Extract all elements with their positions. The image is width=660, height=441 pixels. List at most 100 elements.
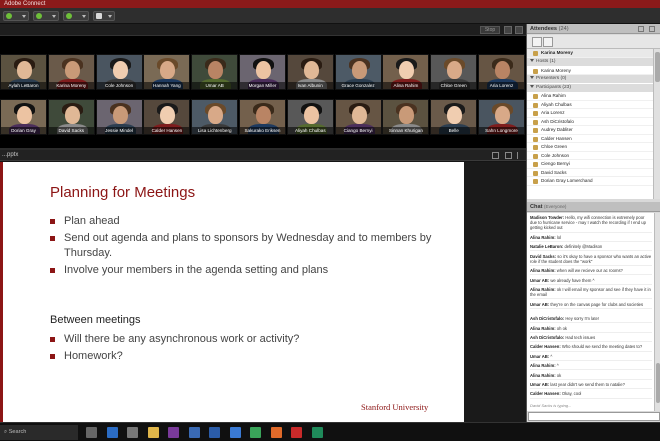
microphone-button[interactable]: [33, 11, 59, 21]
scroll-thumb[interactable]: [655, 52, 660, 82]
participant-face: [160, 61, 176, 79]
video-tile[interactable]: Belle: [430, 99, 478, 135]
video-tile[interactable]: Chloe Green: [430, 54, 478, 90]
video-pod-header: Stop: [0, 24, 526, 36]
scroll-thumb[interactable]: [656, 363, 660, 403]
video-tile-name: Cole Johnson: [96, 82, 142, 89]
video-tile[interactable]: Aria Lorenz: [478, 54, 525, 90]
chat-input[interactable]: [528, 412, 660, 421]
user-icon: [533, 153, 538, 159]
attendee-item[interactable]: Aliyah Chulbas: [527, 101, 653, 109]
pod-menu-icon[interactable]: [649, 26, 655, 32]
typing-indicator: David Sacks is typing...: [530, 403, 572, 408]
chat-message: Alina Rahim: ok: [530, 373, 652, 380]
attendee-item[interactable]: Cole Johnson: [527, 152, 653, 160]
chat-message: Madison Towder: Hello, my wifi connectio…: [530, 215, 652, 233]
task-view-icon[interactable]: [86, 427, 97, 438]
attendees-toolbar: [527, 35, 660, 49]
taskbar-search[interactable]: ⌕ Search: [0, 425, 78, 440]
video-tile[interactable]: Hannah Yang: [143, 54, 191, 90]
attendee-item[interactable]: Ash DiCristofalo: [527, 118, 653, 126]
video-tile[interactable]: Grace Gonzalez: [334, 54, 382, 90]
video-tile-name: Chloe Green: [431, 82, 477, 89]
video-tile[interactable]: Ciango Bernyi: [334, 99, 382, 135]
chat-title: Chat: [530, 204, 543, 210]
stop-video-button[interactable]: Stop: [480, 26, 500, 34]
attendee-item[interactable]: Alina Rahim: [527, 92, 653, 101]
speaker-button[interactable]: [3, 11, 29, 21]
attendee-group-header[interactable]: Participants (23): [527, 83, 653, 92]
attendee-group-header[interactable]: Presenters (0): [527, 75, 653, 83]
video-tile[interactable]: Sakurako Eriksen: [239, 99, 286, 135]
video-tile[interactable]: Calder Hansen: [143, 99, 191, 135]
attendee-list: Karina Moreny Hosts (1) Karina Moreny Prese…: [527, 49, 653, 199]
video-tile[interactable]: Morgan Miller: [239, 54, 286, 90]
chat-message-author: Alina Rahim:: [530, 325, 556, 331]
camera-app-icon[interactable]: [127, 427, 138, 438]
attendee-item[interactable]: Dorian Gray Lomerchand: [527, 177, 653, 186]
video-tile[interactable]: Ivan Albunin: [286, 54, 334, 90]
video-tile[interactable]: Cole Johnson: [95, 54, 143, 90]
video-tile[interactable]: Sinnan Khurigan: [382, 99, 430, 135]
raise-hand-button[interactable]: [93, 11, 115, 21]
attendee-item[interactable]: Ciengo Bernyi: [527, 160, 653, 169]
fit-width-icon[interactable]: [492, 152, 499, 159]
video-tile[interactable]: Lisa Lichtenberg: [191, 99, 239, 135]
video-tile[interactable]: Jessie Mindel: [95, 99, 143, 135]
edge-icon[interactable]: [106, 427, 118, 438]
chat-message-author: Alina Rahim:: [530, 268, 556, 274]
video-tile[interactable]: Alina Rahim: [382, 54, 430, 90]
video-pod: Stop Aylah LeBaron Karina Moreny Cole John…: [0, 24, 526, 148]
pod-options-icon[interactable]: [504, 26, 512, 34]
word-icon[interactable]: [209, 427, 220, 438]
video-tile[interactable]: Karina Moreny: [47, 54, 95, 90]
chrome-icon[interactable]: [250, 427, 261, 438]
attendee-item[interactable]: David Sacks: [527, 169, 653, 177]
connect-icon[interactable]: [311, 427, 323, 438]
attendee-self[interactable]: Karina Moreny: [527, 49, 653, 58]
fullscreen-icon[interactable]: [505, 152, 512, 159]
video-tile[interactable]: Aylah LeBaron: [0, 54, 47, 90]
user-icon: [533, 111, 538, 116]
share-pod-title: ...pptx: [2, 152, 19, 158]
attendee-item[interactable]: Karina Moreny: [527, 67, 653, 75]
user-icon: [533, 145, 538, 150]
pod-menu-icon[interactable]: [517, 152, 522, 159]
attendees-title: Attendees: [530, 26, 558, 32]
attendee-scrollbar[interactable]: [653, 49, 660, 199]
attendee-item[interactable]: Calder Hansen: [527, 135, 653, 143]
firefox-icon[interactable]: [270, 427, 282, 438]
participant-face: [399, 61, 415, 79]
user-icon: [533, 136, 538, 142]
chat-message-text: definitely @Madison: [564, 244, 603, 250]
attendee-item[interactable]: Chloe Green: [527, 143, 653, 152]
video-tile[interactable]: Umar AB: [191, 54, 239, 90]
attendee-item[interactable]: Aria Lorenz: [527, 109, 653, 118]
video-tile[interactable]: Dorian Gray: [0, 99, 47, 135]
store-icon[interactable]: [188, 427, 200, 438]
user-icon: [533, 179, 538, 184]
adobe-icon[interactable]: [291, 427, 302, 438]
slide-bullet: Involve your members in the agenda setti…: [50, 263, 450, 278]
fullscreen-icon[interactable]: [515, 26, 523, 34]
participant-face: [303, 61, 319, 79]
folder-icon[interactable]: [147, 427, 159, 438]
camera-button[interactable]: [63, 11, 89, 21]
chat-message-author: Calder Hansen:: [530, 391, 561, 397]
attendee-group-header[interactable]: Hosts (1): [527, 58, 653, 66]
video-tile[interactable]: David Sacks: [47, 99, 95, 135]
person-status-icon[interactable]: [543, 37, 553, 47]
list-view-icon[interactable]: [532, 37, 542, 47]
chat-scrollbar[interactable]: [654, 213, 660, 411]
chat-message: Natalie LeBaron: definitely @Madison: [530, 244, 652, 252]
bullet-square-icon: [50, 236, 55, 241]
video-tile[interactable]: Aliyah Chulbas: [286, 99, 334, 135]
mail-icon[interactable]: [229, 427, 241, 438]
participant-face: [64, 106, 80, 124]
onenote-icon[interactable]: [168, 427, 179, 438]
video-tile[interactable]: Sahn Longmore: [478, 99, 525, 135]
right-panel: Attendees (24) Karina Moreny Hosts (1) Kar…: [526, 24, 660, 427]
pod-options-icon[interactable]: [638, 26, 644, 32]
chat-message-author: Umar AB:: [530, 353, 550, 359]
attendee-item[interactable]: Audrey Dabliter: [527, 126, 653, 135]
